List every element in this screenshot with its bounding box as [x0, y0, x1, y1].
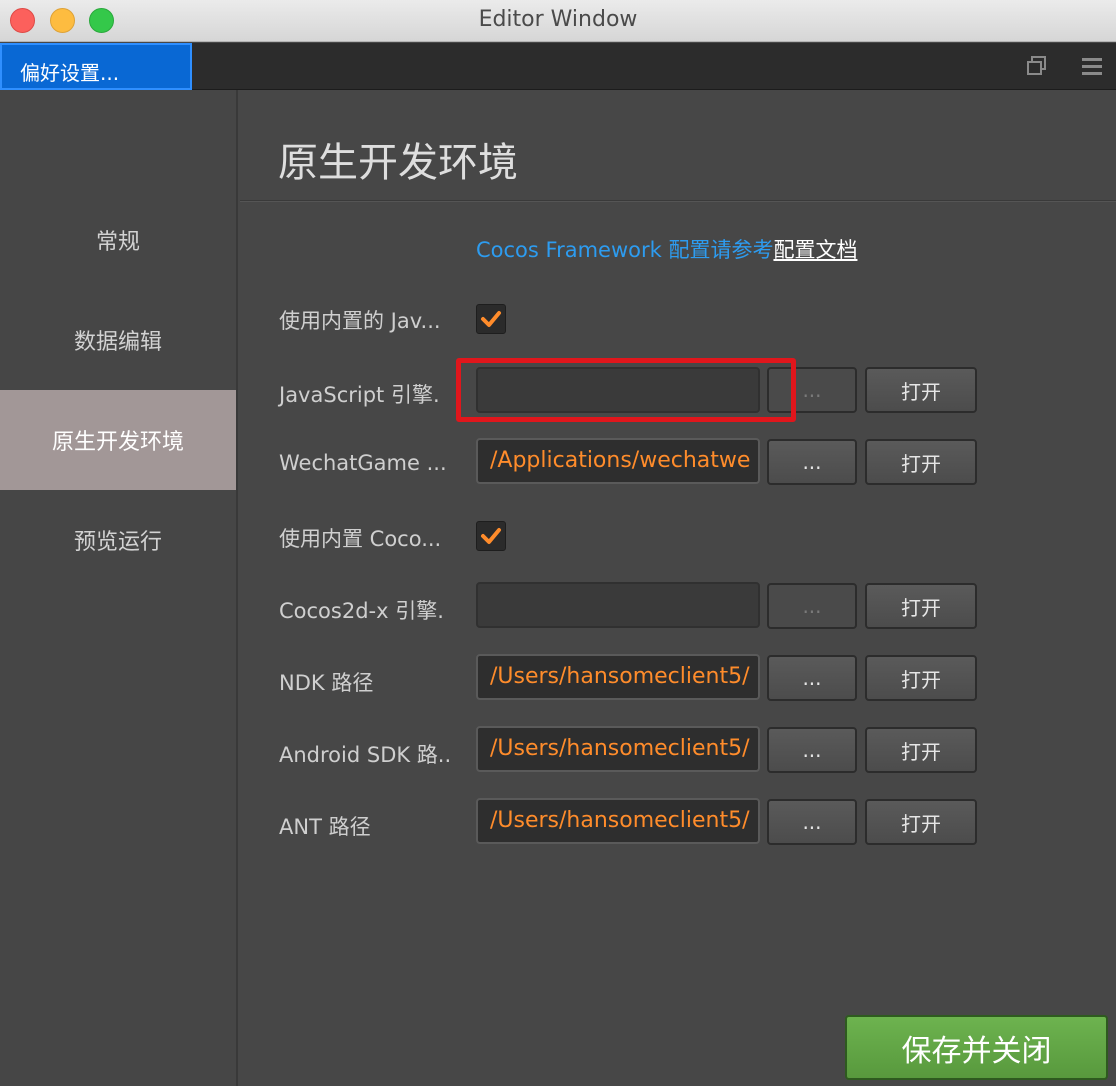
main-panel: 原生开发环境 Cocos Framework 配置请参考配置文档 使用内置的 J…	[240, 90, 1116, 1086]
sidebar-item-data-editing[interactable]: 数据编辑	[0, 290, 236, 390]
check-icon	[481, 528, 501, 544]
wechatgame-path-field[interactable]: /Applications/wechatwe	[476, 438, 760, 484]
window-title: Editor Window	[478, 7, 638, 32]
sidebar-item-preview-run[interactable]: 预览运行	[0, 490, 236, 590]
title-divider	[240, 200, 1116, 202]
js-engine-open-button[interactable]: 打开	[865, 367, 977, 413]
doc-hint-text: Cocos Framework 配置请参考	[476, 238, 774, 262]
use-builtin-cocos-checkbox[interactable]	[476, 521, 506, 551]
js-engine-label: JavaScript 引擎.	[279, 383, 440, 407]
tab-bar: 偏好设置...	[0, 43, 1116, 90]
cocos2dx-engine-label: Cocos2d-x 引擎.	[279, 599, 444, 623]
doc-hint: Cocos Framework 配置请参考配置文档	[476, 234, 857, 264]
ndk-open-button[interactable]: 打开	[865, 655, 977, 701]
ndk-browse-button[interactable]: ...	[767, 655, 857, 701]
ant-browse-button[interactable]: ...	[767, 799, 857, 845]
ndk-path-label: NDK 路径	[279, 671, 374, 695]
ant-path-field[interactable]: /Users/hansomeclient5/	[476, 798, 760, 844]
use-builtin-js-checkbox[interactable]	[476, 304, 506, 334]
ant-open-button[interactable]: 打开	[865, 799, 977, 845]
check-icon	[481, 311, 501, 327]
ndk-path-field[interactable]: /Users/hansomeclient5/	[476, 654, 760, 700]
save-and-close-button[interactable]: 保存并关闭	[845, 1015, 1108, 1080]
sidebar-item-native-env[interactable]: 原生开发环境	[0, 390, 236, 490]
use-builtin-js-label: 使用内置的 Jav...	[279, 309, 441, 333]
android-sdk-browse-button[interactable]: ...	[767, 727, 857, 773]
wechatgame-label: WechatGame ...	[279, 451, 447, 475]
wechatgame-open-button[interactable]: 打开	[865, 439, 977, 485]
sidebar: 常规 数据编辑 原生开发环境 预览运行	[0, 90, 238, 1086]
restore-icon[interactable]	[1026, 55, 1048, 82]
title-bar: Editor Window	[0, 0, 1116, 42]
android-sdk-open-button[interactable]: 打开	[865, 727, 977, 773]
sidebar-item-general[interactable]: 常规	[0, 190, 236, 290]
android-sdk-label: Android SDK 路..	[279, 743, 452, 767]
menu-icon[interactable]	[1080, 55, 1104, 82]
android-sdk-path-field[interactable]: /Users/hansomeclient5/	[476, 726, 760, 772]
use-builtin-cocos-label: 使用内置 Coco...	[279, 527, 442, 551]
cocos2dx-engine-open-button[interactable]: 打开	[865, 583, 977, 629]
cocos2dx-engine-browse-button[interactable]: ...	[767, 583, 857, 629]
tab-preferences[interactable]: 偏好设置...	[0, 43, 192, 90]
cocos2dx-engine-path-field[interactable]	[476, 582, 760, 628]
ant-path-label: ANT 路径	[279, 815, 371, 839]
page-title: 原生开发环境	[278, 140, 518, 186]
doc-link[interactable]: 配置文档	[773, 238, 857, 262]
highlight-box	[456, 358, 796, 422]
wechatgame-browse-button[interactable]: ...	[767, 439, 857, 485]
